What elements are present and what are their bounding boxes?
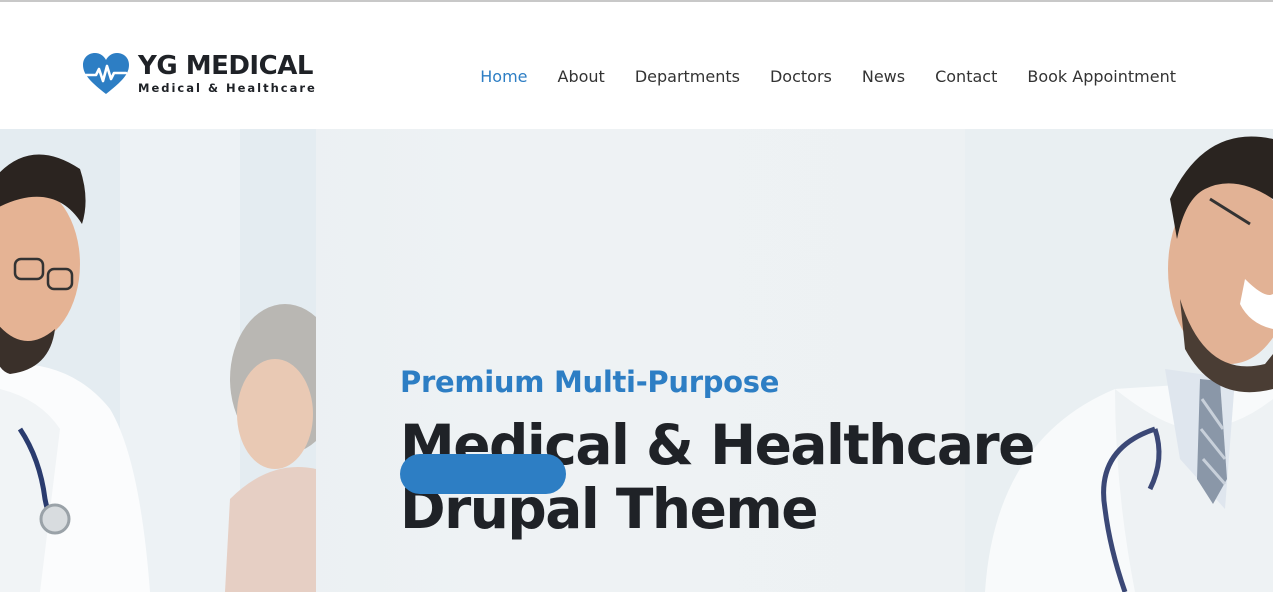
main-nav: Home About Departments Doctors News Cont…: [450, 66, 1176, 88]
hero-cta-button[interactable]: [400, 454, 566, 494]
nav-doctors[interactable]: Doctors: [770, 66, 832, 88]
nav-departments[interactable]: Departments: [635, 66, 740, 88]
nav-home[interactable]: Home: [480, 66, 527, 88]
site-logo[interactable]: YG MEDICAL Medical & Healthcare: [82, 52, 317, 96]
logo-title: YG MEDICAL: [138, 51, 313, 82]
hero-kicker: Premium Multi-Purpose: [400, 365, 780, 399]
doctor-patient-illustration: [0, 129, 316, 592]
hero-slider: Premium Multi-Purpose Medical & Healthca…: [0, 129, 1273, 592]
site-header: YG MEDICAL Medical & Healthcare Home Abo…: [0, 2, 1273, 129]
nav-news[interactable]: News: [862, 66, 905, 88]
nav-book-appointment[interactable]: Book Appointment: [1027, 66, 1176, 88]
logo-subtitle: Medical & Healthcare: [138, 81, 317, 96]
heart-pulse-icon: [83, 53, 129, 94]
nav-contact[interactable]: Contact: [935, 66, 997, 88]
nav-about[interactable]: About: [558, 66, 605, 88]
hero-content: Premium Multi-Purpose Medical & Healthca…: [400, 365, 1035, 541]
hero-image-left: [0, 129, 316, 592]
